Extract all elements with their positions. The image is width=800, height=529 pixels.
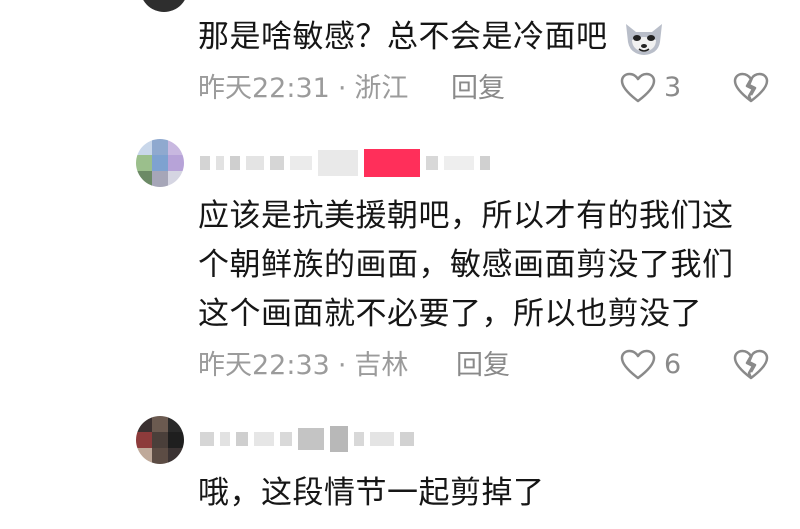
username-blurred[interactable] xyxy=(200,146,490,180)
comment-text-line: 应该是抗美援朝吧，所以才有的我们这 xyxy=(198,198,734,234)
comment-text: 那是啥敏感？总不会是冷面吧 xyxy=(198,14,666,60)
username-blurred[interactable] xyxy=(200,422,414,456)
comment-text-line: 这个画面就不必要了，所以也剪没了 xyxy=(198,296,702,332)
heart-icon xyxy=(620,349,656,381)
avatar[interactable] xyxy=(136,139,184,187)
avatar[interactable] xyxy=(136,416,184,464)
wolf-sticker-icon xyxy=(622,20,666,58)
like-count: 6 xyxy=(664,349,682,380)
like-button[interactable]: 6 xyxy=(620,349,681,381)
comment-text: 哦，这段情节一起剪掉了 xyxy=(198,475,545,511)
heart-icon xyxy=(620,72,656,104)
reply-button[interactable]: 回复 xyxy=(456,350,510,382)
like-count: 3 xyxy=(664,72,682,103)
like-button[interactable]: 3 xyxy=(620,72,681,104)
broken-heart-icon[interactable] xyxy=(733,72,769,104)
broken-heart-icon[interactable] xyxy=(733,349,769,381)
comment-meta: 昨天22:33 · 吉林 xyxy=(198,350,409,381)
avatar[interactable] xyxy=(140,0,188,12)
comment-meta: 昨天22:31 · 浙江 xyxy=(198,73,409,104)
comment-text-line: 个朝鲜族的画面，敏感画面剪没了我们 xyxy=(198,247,734,283)
reply-button[interactable]: 回复 xyxy=(451,73,505,105)
